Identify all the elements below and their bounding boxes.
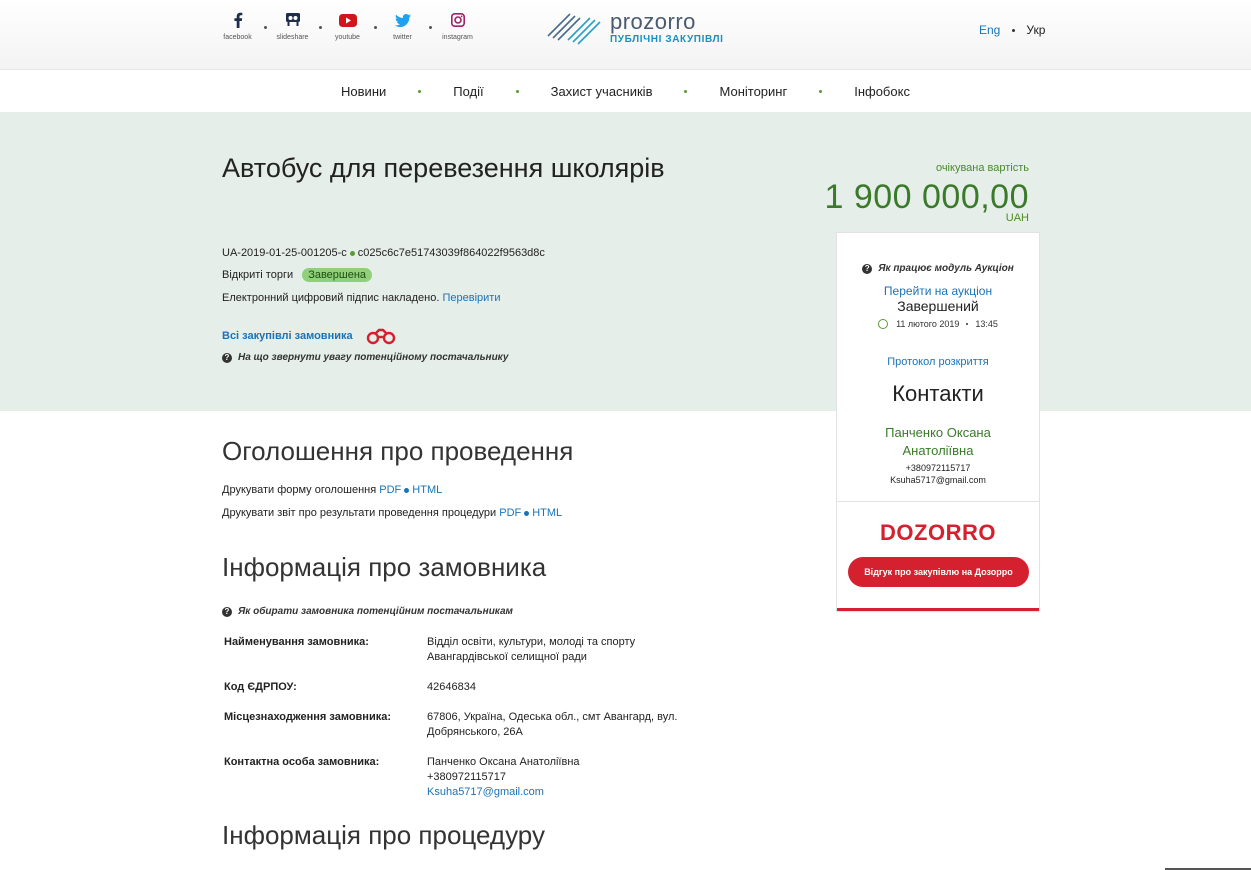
separator-dot xyxy=(684,89,688,93)
social-facebook[interactable]: facebook xyxy=(222,11,253,41)
edrpou-label: Код ЄДРПОУ: xyxy=(224,681,297,693)
separator-dot xyxy=(966,323,969,325)
question-icon: ? xyxy=(222,606,232,617)
tender-id: UA-2019-01-25-001205-c xyxy=(222,247,347,259)
opening-protocol-link[interactable]: Протокол розкриття xyxy=(837,356,1039,368)
edrpou-value: 42646834 xyxy=(427,681,476,693)
customer-address-label: Місцезнаходження замовника: xyxy=(224,711,391,723)
contacts-title: Контакти xyxy=(892,381,984,406)
separator-dot xyxy=(374,26,377,29)
card-accent-line xyxy=(837,608,1039,611)
auction-help[interactable]: ? Як працює модуль Аукціон xyxy=(837,263,1039,274)
prozorro-logo-icon xyxy=(547,13,601,45)
customer-address-value: 67806, Україна, Одеська обл., смт Аванга… xyxy=(427,711,678,738)
announcement-title: Оголошення про проведення xyxy=(222,436,574,466)
all-purchases-link[interactable]: Всі закупівлі замовника xyxy=(222,330,353,342)
separator-dot xyxy=(418,89,422,93)
auction-datetime: 11 лютого 2019 13:45 xyxy=(837,319,1039,329)
go-to-auction-link[interactable]: Перейти на аукціон xyxy=(837,284,1039,298)
auction-status: Завершений xyxy=(897,298,979,314)
print-form-html-link[interactable]: HTML xyxy=(412,484,442,496)
language-switcher: Eng Укр xyxy=(979,23,1045,37)
print-report-pdf-link[interactable]: PDF xyxy=(499,507,521,519)
contact-person-value: Панченко Оксана Анатоліївна +38097211571… xyxy=(427,755,687,800)
tender-id-row: UA-2019-01-25-001205-c c025c6c7e51743039f… xyxy=(222,247,545,259)
instagram-icon xyxy=(450,11,465,29)
logo-name: prozorro xyxy=(610,9,696,34)
status-badge: Завершена xyxy=(302,268,373,282)
contact-person-label: Контактна особа замовника: xyxy=(224,756,380,768)
all-purchases-row: Всі закупівлі замовника xyxy=(222,327,397,345)
card-divider xyxy=(837,501,1039,502)
contact-email: Ksuha5717@gmail.com xyxy=(890,475,986,485)
nav-infobox[interactable]: Інфобокс xyxy=(854,84,910,99)
separator-dot xyxy=(264,26,267,29)
print-form-pdf-link[interactable]: PDF xyxy=(379,484,401,496)
separator-dot xyxy=(524,510,530,516)
currency: UAH xyxy=(1005,212,1029,224)
customer-hint[interactable]: ? Як обирати замовника потенційним поста… xyxy=(222,606,513,617)
verify-signature-link[interactable]: Перевірити xyxy=(442,292,500,304)
contact-name: Панченко Оксана Анатоліївна xyxy=(885,425,991,458)
twitter-icon xyxy=(394,11,411,29)
auction-contacts-card: ? Як працює модуль Аукціон Перейти на ау… xyxy=(836,232,1040,612)
social-youtube[interactable]: youtube xyxy=(332,11,363,41)
clock-icon xyxy=(878,319,889,329)
separator-dot xyxy=(1012,28,1016,32)
supplier-hint[interactable]: ? На що звернути увагу потенційному пост… xyxy=(222,352,508,363)
print-form-row: Друкувати форму оголошення PDF HTML xyxy=(222,484,443,496)
tender-procedure-row: Відкриті торги Завершена xyxy=(222,268,373,282)
separator-dot xyxy=(429,26,432,29)
social-instagram[interactable]: instagram xyxy=(442,11,473,41)
prozorro-logo[interactable]: prozorro ПУБЛІЧНІ ЗАКУПІВЛІ xyxy=(546,10,724,46)
tender-title: Автобус для перевезення школярів xyxy=(222,153,665,183)
nav-monitoring[interactable]: Моніторинг xyxy=(719,84,787,99)
contact-phone: +380972115717 xyxy=(905,463,971,473)
customer-info-title: Інформація про замовника xyxy=(222,552,547,582)
youtube-icon xyxy=(338,11,357,29)
separator-dot xyxy=(515,89,519,93)
nav-events[interactable]: Події xyxy=(453,84,483,99)
dozorro-logo: DOZORRO xyxy=(880,520,996,545)
nav-news[interactable]: Новини xyxy=(341,84,386,99)
tender-hash: c025c6c7e51743039f864022f9563d8c xyxy=(357,247,545,259)
slideshare-icon xyxy=(285,11,301,29)
question-icon: ? xyxy=(222,352,232,363)
customer-name-value: Відділ освіти, культури, молоді та спорт… xyxy=(427,636,636,663)
expected-value-label: очікувана вартість xyxy=(935,162,1029,174)
procedure-info-title: Інформація про процедуру xyxy=(222,820,545,850)
social-twitter[interactable]: twitter xyxy=(387,11,418,41)
print-report-row: Друкувати звіт про результати проведення… xyxy=(222,507,563,519)
logo-subtitle: ПУБЛІЧНІ ЗАКУПІВЛІ xyxy=(610,34,724,45)
expected-value: 1 900 000,00 xyxy=(824,178,1029,216)
separator-dot xyxy=(404,487,410,493)
separator-dot xyxy=(349,250,355,256)
facebook-icon xyxy=(233,11,243,29)
dozorro-feedback-button[interactable]: Відгук про закупівлю на Дозорро xyxy=(848,557,1029,587)
nav-participant-protection[interactable]: Захист учасників xyxy=(551,84,653,99)
signature-text: Електронний цифровий підпис накладено. xyxy=(222,292,440,304)
separator-dot xyxy=(819,89,823,93)
lang-eng-link[interactable]: Eng xyxy=(979,23,1000,37)
question-icon: ? xyxy=(862,263,873,274)
lang-ukr-link[interactable]: Укр xyxy=(1026,23,1045,37)
contact-email-link[interactable]: Ksuha5717@gmail.com xyxy=(427,785,687,800)
social-slideshare[interactable]: slideshare xyxy=(277,11,308,41)
binoculars-icon[interactable] xyxy=(365,327,397,345)
auction-date: 11 лютого 2019 xyxy=(896,319,960,329)
print-report-html-link[interactable]: HTML xyxy=(532,507,562,519)
customer-name-label: Найменування замовника: xyxy=(224,636,369,648)
main-nav: Новини Події Захист учасників Моніторинг… xyxy=(0,70,1251,112)
separator-dot xyxy=(319,26,322,29)
top-bar: facebook slideshare youtube twitter inst… xyxy=(0,0,1251,70)
procedure-type: Відкриті торги xyxy=(222,269,294,281)
signature-row: Електронний цифровий підпис накладено. П… xyxy=(222,292,500,304)
auction-time: 13:45 xyxy=(975,319,998,329)
